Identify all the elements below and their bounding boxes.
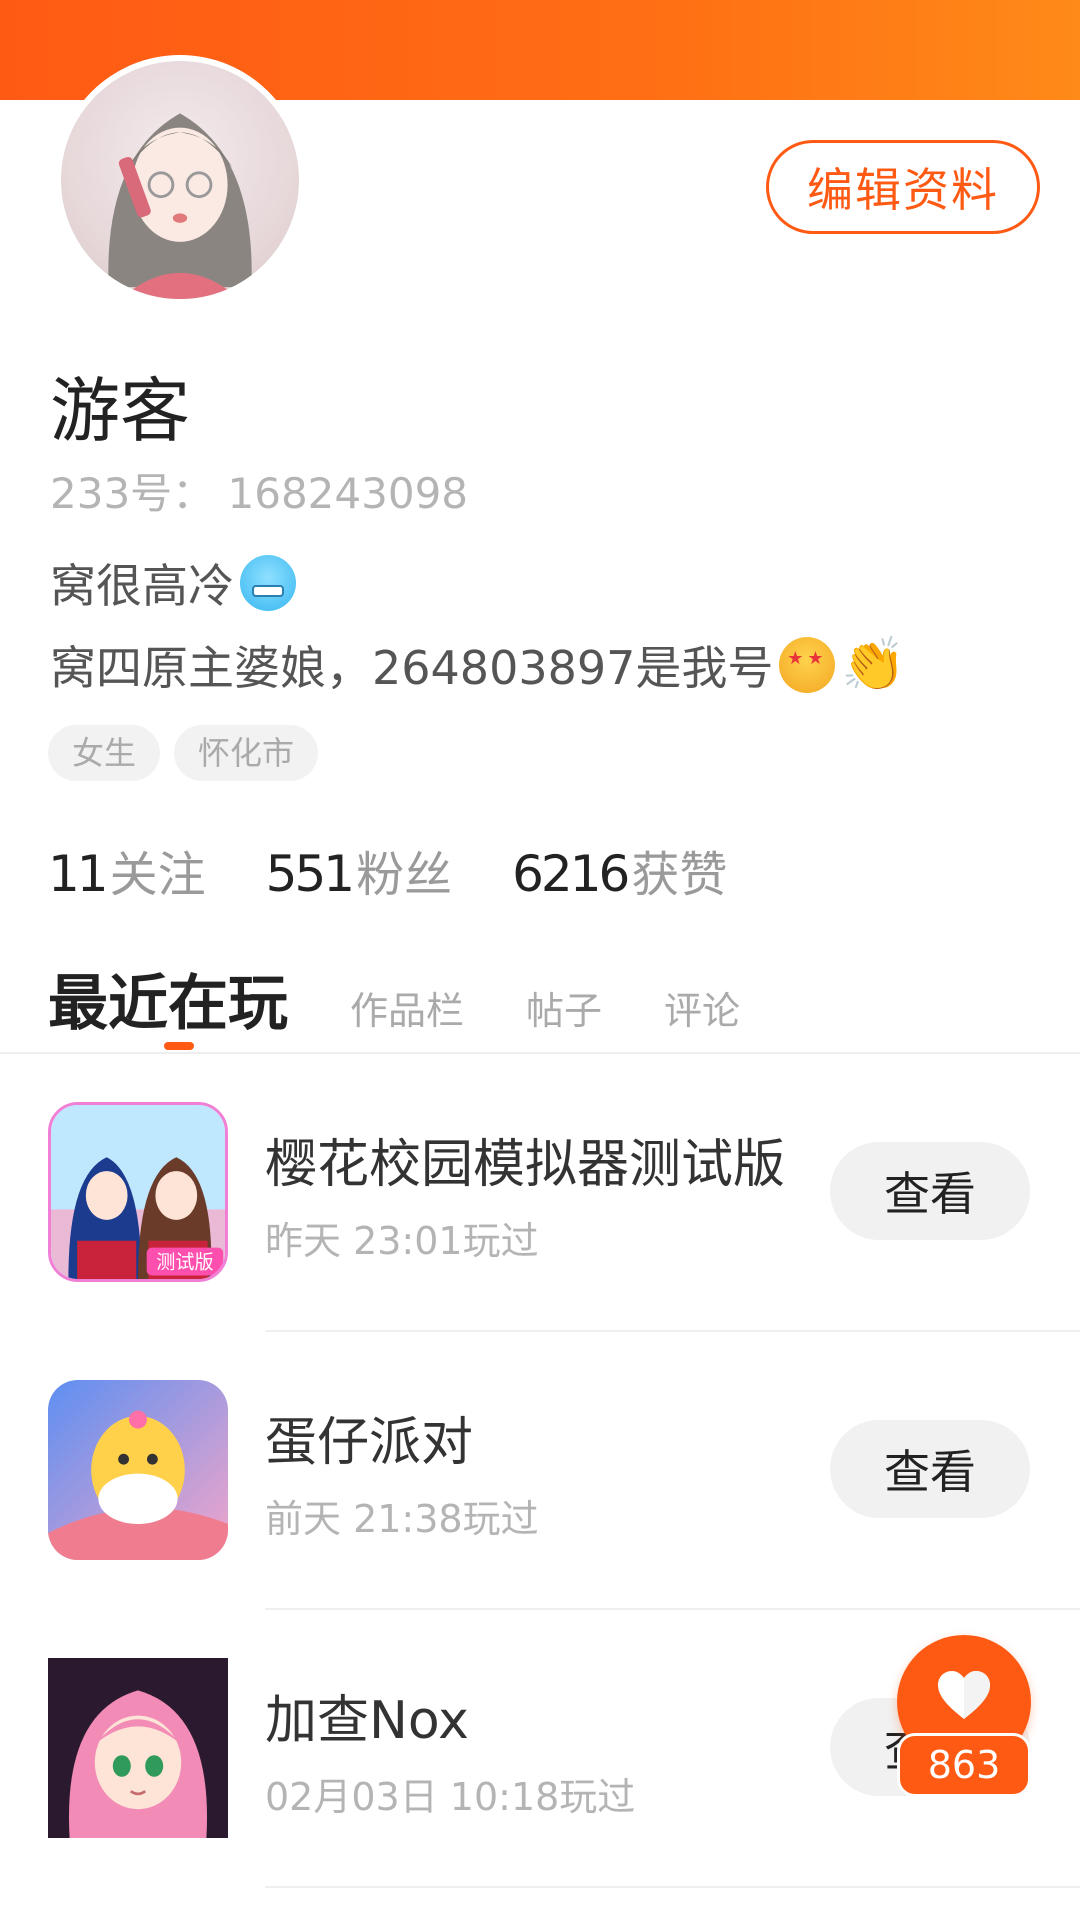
game-played-time: 02月03日 10:18玩过 (265, 1775, 636, 1819)
stat-fans-count: 551 (265, 845, 355, 903)
tab-comments[interactable]: 评论 (664, 980, 740, 1035)
tab-recently-played[interactable]: 最近在玩 (48, 955, 288, 1042)
tag-city: 怀化市 (174, 725, 319, 781)
avatar[interactable] (55, 55, 305, 305)
row-divider (265, 1330, 1080, 1332)
edit-profile-button[interactable]: 编辑资料 (766, 140, 1040, 234)
profile-tags: 女生 怀化市 (48, 725, 319, 781)
row-divider (265, 1608, 1080, 1610)
game-icon-gacha-nox (48, 1658, 228, 1838)
game-title: 加查Nox (265, 1691, 469, 1751)
stat-likes-count: 6216 (512, 845, 630, 903)
bio-text-1: 窝很高冷 (50, 559, 234, 613)
stat-following-label: 关注 (109, 847, 206, 903)
bio-line-1: 窝很高冷 (50, 550, 296, 616)
row-divider (265, 1886, 1080, 1888)
active-tab-indicator (164, 1042, 194, 1050)
like-count-badge: 863 (897, 1733, 1031, 1797)
stat-likes[interactable]: 6216获赞 (512, 835, 727, 905)
view-button[interactable]: 查看 (830, 1420, 1030, 1518)
star-struck-emoji-icon: ★★ (779, 637, 836, 693)
heart-icon (938, 1671, 990, 1719)
profile-stats: 11关注 551粉丝 6216获赞 (48, 835, 727, 905)
tag-gender: 女生 (48, 725, 161, 781)
avatar-image (108, 113, 252, 299)
stat-fans-label: 粉丝 (356, 847, 453, 903)
game-title: 蛋仔派对 (265, 1413, 474, 1473)
cold-face-emoji-icon (240, 555, 296, 611)
bio-line-2: 窝四原主婆娘，264803897是我号 ★★ 👏 (50, 632, 906, 698)
game-played-time: 前天 21:38玩过 (265, 1497, 539, 1541)
clapping-hands-emoji-icon: 👏 (841, 635, 907, 695)
stat-following[interactable]: 11关注 (48, 835, 206, 905)
stat-likes-label: 获赞 (631, 847, 728, 903)
game-icon-eggy-party (48, 1380, 228, 1560)
tab-works[interactable]: 作品栏 (350, 980, 464, 1035)
tab-posts[interactable]: 帖子 (526, 980, 602, 1035)
profile-tabs: 最近在玩 作品栏 帖子 评论 (48, 955, 802, 1042)
view-button[interactable]: 查看 (830, 1142, 1030, 1240)
list-item[interactable]: 蛋仔派对 前天 21:38玩过 查看 (0, 1380, 1080, 1560)
username: 游客 (50, 370, 190, 452)
stat-fans[interactable]: 551粉丝 (266, 835, 452, 905)
game-title: 樱花校园模拟器测试版 (265, 1135, 786, 1195)
tabs-divider (0, 1052, 1080, 1054)
user-id: 233号： 168243098 (50, 469, 469, 518)
list-item[interactable]: 测试版 樱花校园模拟器测试版 昨天 23:01玩过 查看 (0, 1102, 1080, 1282)
game-icon-sakura-school: 测试版 (48, 1102, 228, 1282)
test-version-badge: 测试版 (156, 1251, 213, 1274)
bio-text-2: 窝四原主婆娘，264803897是我号 (50, 641, 774, 695)
game-played-time: 昨天 23:01玩过 (265, 1219, 539, 1263)
stat-following-count: 11 (48, 845, 109, 903)
